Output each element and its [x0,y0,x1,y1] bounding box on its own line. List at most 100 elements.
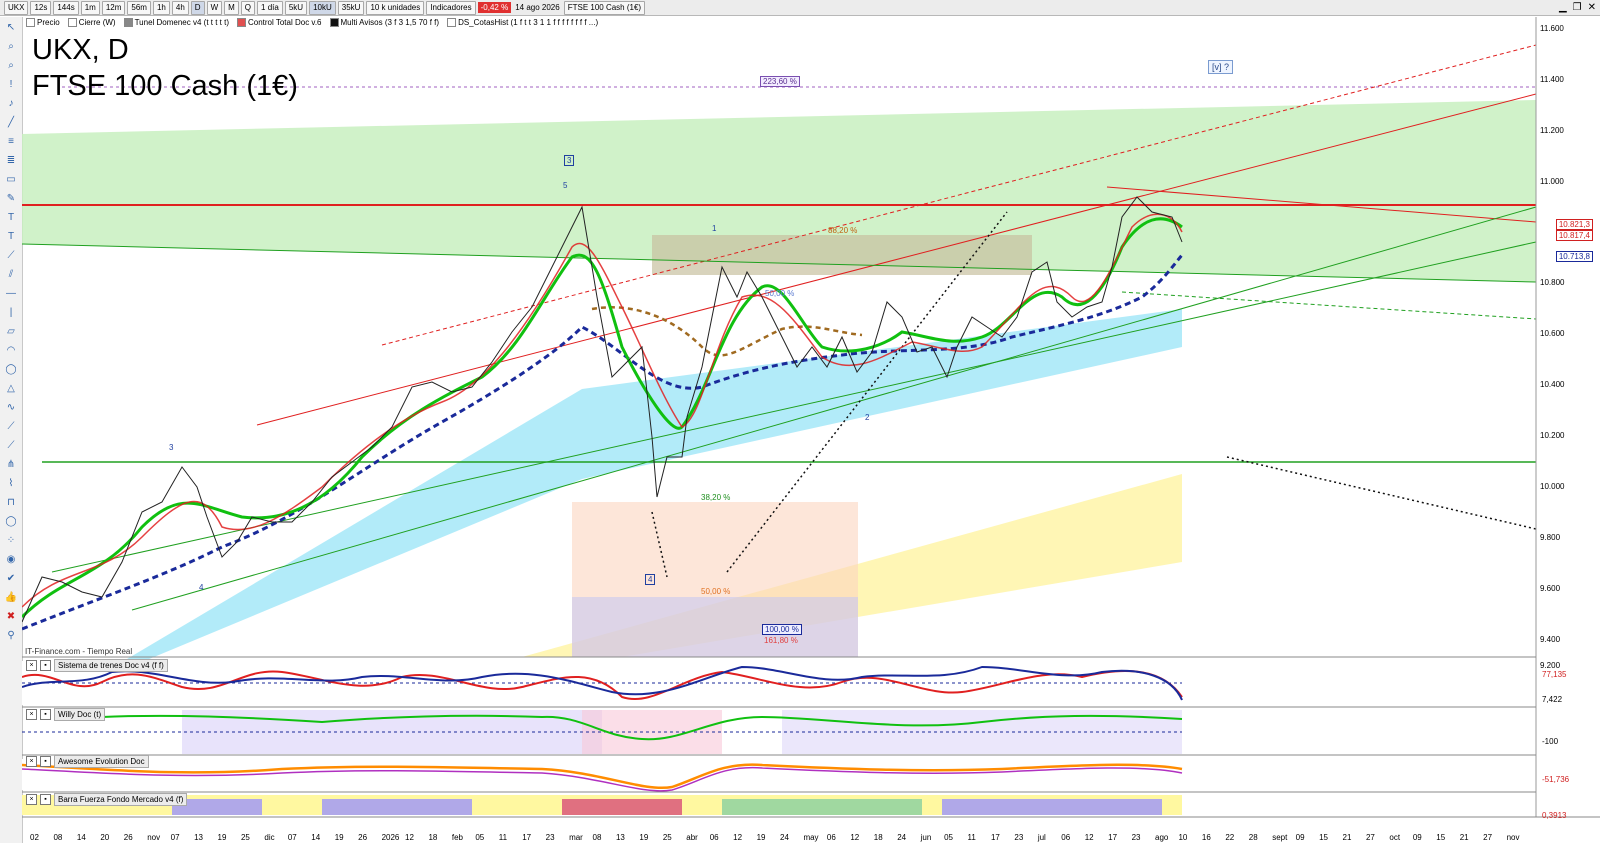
timeframe-56m[interactable]: 56m [127,0,151,15]
time-tick: 11 [967,833,976,842]
settings-panel-icon[interactable]: ▪ [40,660,51,671]
trendline-icon[interactable]: ╱ [4,116,18,130]
bell-icon[interactable]: ♪ [4,97,18,111]
eye-icon[interactable]: ◉ [4,553,18,567]
pitchfork-icon[interactable]: ⋔ [4,458,18,472]
text-box-icon[interactable]: T [4,230,18,244]
panel-title[interactable]: Barra Fuerza Fondo Mercado v4 (f) [54,793,188,806]
units-select[interactable]: 10 k unidades [366,0,425,15]
volume-5ku[interactable]: 5kU [284,0,308,15]
wave-icon[interactable]: ∿ [4,401,18,415]
panel-title[interactable]: Awesome Evolution Doc [54,755,149,768]
timeframe-1h[interactable]: 1h [152,0,170,15]
pencil-icon[interactable]: ✎ [4,192,18,206]
timeframe-m[interactable]: M [224,0,239,15]
willy-axis: -100 [1542,737,1559,746]
timeframe-4h[interactable]: 4h [171,0,189,15]
main-chart[interactable] [22,17,1600,843]
cycle-icon[interactable]: ⌇ [4,477,18,491]
chart-symbol: UKX, D [32,34,129,66]
volume-10ku[interactable]: 10kU [309,0,336,15]
period-select[interactable]: 1 día [257,0,283,15]
settings-panel-icon[interactable]: ▪ [40,709,51,720]
fib-1618: 161,80 % [764,636,798,645]
fib-382: 38,20 % [701,493,731,502]
indicators-button[interactable]: Indicadores [426,0,476,15]
time-tick: 14 [76,833,86,842]
thumb-icon[interactable]: 👍 [4,591,18,605]
timeframe-w[interactable]: W [206,0,223,15]
time-tick: 10 [1178,833,1188,842]
time-tick: 05 [475,833,485,842]
barra-green [722,799,922,815]
volume-35ku[interactable]: 35kU [337,0,365,15]
panel-title[interactable]: Willy Doc (t) [54,708,106,721]
magnet-icon[interactable]: ⊓ [4,496,18,510]
barra-value: 0,3913 [1542,811,1567,820]
time-tick: 02 [30,833,39,842]
timeframe-12m[interactable]: 12m [101,0,126,15]
wave-3b: 3 [564,155,575,166]
settings-panel-icon[interactable]: ▪ [40,794,51,805]
window-controls: ▁ ❐ ✕ [1559,2,1596,13]
hline-icon[interactable]: — [4,287,18,301]
rectangle-icon[interactable]: ▭ [4,173,18,187]
price-pill-close: 10.817,4 [1555,230,1593,241]
close-panel-icon[interactable]: × [26,756,37,767]
timeframe-144s[interactable]: 144s [53,0,79,15]
panel-title[interactable]: Sistema de trenes Doc v4 (f f) [54,659,168,672]
delete-icon[interactable]: ✖ [4,610,18,624]
price-tick: 9.800 [1540,533,1561,542]
timeframe-12s[interactable]: 12s [30,0,52,15]
panel-header-barra: × ▪ Barra Fuerza Fondo Mercado v4 (f) [26,793,188,806]
ellipse-icon[interactable]: ◯ [4,363,18,377]
time-tick: 23 [1131,833,1141,842]
timeframe-q[interactable]: Q [240,0,256,15]
time-tick: 2026 [381,833,400,842]
cursor-icon[interactable]: ↖ [4,21,18,35]
zoom-icon[interactable]: ⌕ [4,40,18,54]
close-panel-icon[interactable]: × [26,709,37,720]
check-icon[interactable]: ✔ [4,572,18,586]
settings-panel-icon[interactable]: ▪ [40,756,51,767]
ruler-icon[interactable]: ▱ [4,325,18,339]
fib-ext-icon[interactable]: ≣ [4,154,18,168]
time-tick: sept [1272,833,1288,842]
time-tick: 07 [287,833,297,842]
trenes-value: 77,135 [1542,670,1567,679]
text-icon[interactable]: T [4,211,18,225]
time-tick: abr [686,833,698,842]
link-icon[interactable]: ⚲ [4,629,18,643]
restore-icon[interactable]: ❐ [1573,2,1582,13]
time-tick: 12 [850,833,860,842]
channel-icon[interactable]: ⫽ [4,268,18,282]
close-panel-icon[interactable]: × [26,794,37,805]
fib-icon[interactable]: ≡ [4,135,18,149]
timeframe-1m[interactable]: 1m [80,0,100,15]
dots-icon[interactable]: ⁘ [4,534,18,548]
vline-icon[interactable]: | [4,306,18,320]
time-tick: 09 [1295,833,1305,842]
time-tick: 26 [123,833,133,842]
time-tick: 19 [639,833,649,842]
timeframe-d[interactable]: D [190,0,205,15]
alert-icon[interactable]: ! [4,78,18,92]
triangle-icon[interactable]: △ [4,382,18,396]
ray-icon[interactable]: ⟋ [4,249,18,263]
arc-icon[interactable]: ◠ [4,344,18,358]
zoom-area-icon[interactable]: ⌕ [4,59,18,73]
symbol-select[interactable]: UKX [4,0,29,15]
verify-badge[interactable]: [v] ? [1208,60,1234,74]
close-panel-icon[interactable]: × [26,660,37,671]
ellipse2-icon[interactable]: ◯ [4,515,18,529]
close-icon[interactable]: ✕ [1588,2,1596,13]
time-tick: oct [1389,833,1401,842]
time-tick: 24 [897,833,907,842]
time-tick: feb [451,833,463,842]
gann-icon[interactable]: ⟋ [4,439,18,453]
regression-icon[interactable]: ⟋ [4,420,18,434]
price-tick: 10.800 [1540,278,1565,287]
panel-header-trenes: × ▪ Sistema de trenes Doc v4 (f f) [26,659,168,672]
minimize-icon[interactable]: ▁ [1559,2,1567,13]
awesome-panel [22,759,1182,790]
